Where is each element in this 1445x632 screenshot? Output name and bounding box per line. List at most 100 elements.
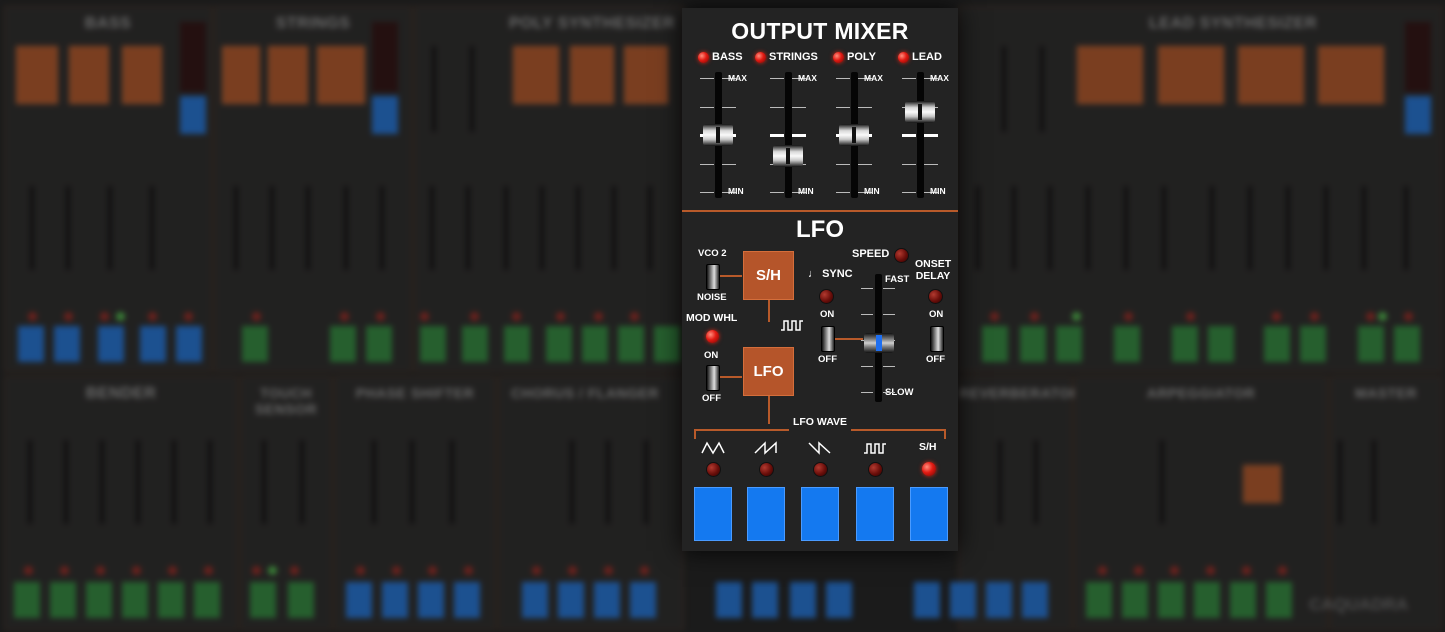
sync-led bbox=[819, 289, 834, 304]
speed-label: SPEED bbox=[852, 248, 890, 260]
max-label: MAX bbox=[798, 73, 817, 83]
bg-fader bbox=[372, 440, 376, 524]
speed-tick bbox=[861, 314, 873, 315]
bg-fader bbox=[1210, 186, 1214, 270]
bg-led bbox=[1030, 312, 1039, 321]
bg-blue-indicator bbox=[180, 96, 206, 134]
fader-track-lead[interactable] bbox=[917, 72, 924, 198]
speed-tick bbox=[883, 366, 895, 367]
wave-select-button-2[interactable] bbox=[801, 487, 839, 541]
bg-led bbox=[1378, 312, 1387, 321]
fader-tick bbox=[700, 78, 714, 79]
wave-select-button-4[interactable] bbox=[910, 487, 948, 541]
bg-fader bbox=[466, 186, 470, 270]
onset-delay-switch[interactable] bbox=[930, 326, 944, 352]
bg-green-button bbox=[582, 326, 608, 362]
bg-fader bbox=[1372, 440, 1376, 524]
bg-led bbox=[1186, 312, 1195, 321]
fader-handle-strings[interactable] bbox=[773, 144, 803, 167]
fader-tick bbox=[836, 106, 850, 108]
master-title: MASTER bbox=[1354, 385, 1418, 401]
bg-green-button bbox=[1394, 326, 1420, 362]
bg-led bbox=[252, 312, 261, 321]
bg-led bbox=[428, 566, 437, 575]
bg-led bbox=[512, 312, 521, 321]
wave-select-button-0[interactable] bbox=[694, 487, 732, 541]
fader-track-strings[interactable] bbox=[785, 72, 792, 198]
bg-blue-button bbox=[950, 582, 976, 618]
bg-orange-box bbox=[317, 46, 365, 104]
bg-meter bbox=[180, 22, 206, 92]
bg-fader bbox=[380, 186, 384, 270]
bg-fader bbox=[976, 186, 980, 270]
bg-fader bbox=[270, 186, 274, 270]
fader-handle-poly[interactable] bbox=[839, 124, 869, 146]
bg-blue-button bbox=[1022, 582, 1048, 618]
bg-orange-box bbox=[570, 46, 614, 104]
bg-blue-button bbox=[140, 326, 166, 362]
bg-fader bbox=[100, 440, 104, 524]
bg-fader bbox=[136, 440, 140, 524]
section-divider bbox=[682, 210, 958, 212]
max-label: MAX bbox=[930, 73, 949, 83]
lfo-button[interactable]: LFO bbox=[743, 347, 794, 396]
bg-led bbox=[392, 566, 401, 575]
channel-label-poly: POLY bbox=[847, 51, 876, 63]
bg-led bbox=[204, 566, 213, 575]
bg-led bbox=[1072, 312, 1081, 321]
square-wave-icon bbox=[781, 320, 803, 331]
bg-fader bbox=[1002, 46, 1006, 132]
bg-led bbox=[1242, 566, 1251, 575]
speed-tick bbox=[883, 392, 895, 393]
wave-select-button-1[interactable] bbox=[747, 487, 785, 541]
bg-green-button bbox=[1208, 326, 1234, 362]
bg-led bbox=[148, 312, 157, 321]
bg-green-button bbox=[86, 582, 112, 618]
sync-switch[interactable] bbox=[821, 326, 835, 352]
fader-handle-bass[interactable] bbox=[703, 124, 733, 146]
channel-label-strings: STRINGS bbox=[769, 51, 818, 63]
bg-led bbox=[1272, 312, 1281, 321]
bg-led bbox=[24, 566, 33, 575]
fader-tick bbox=[836, 192, 850, 193]
fader-tick bbox=[902, 163, 916, 165]
wire bbox=[768, 300, 770, 322]
arpeggiator-title: ARPEGGIATOR bbox=[1146, 385, 1256, 401]
mod-whl-switch[interactable] bbox=[706, 365, 720, 391]
fader-tick bbox=[792, 134, 806, 137]
lfo-wave-label: LFO WAVE bbox=[792, 416, 848, 428]
bg-blue-button bbox=[454, 582, 480, 618]
bg-green-button bbox=[242, 326, 268, 362]
bg-blue-indicator bbox=[372, 96, 398, 134]
channel-label-lead: LEAD bbox=[912, 51, 942, 63]
bg-green-button bbox=[158, 582, 184, 618]
master-section: MASTER CAQUADRA bbox=[1309, 376, 1442, 630]
lead-synth-title: LEAD SYNTHESIZER bbox=[1149, 15, 1318, 32]
speed-slider-handle[interactable] bbox=[864, 333, 894, 354]
bg-led bbox=[594, 312, 603, 321]
bg-fader bbox=[344, 186, 348, 270]
bg-green-button bbox=[288, 582, 314, 618]
bg-fader bbox=[648, 186, 652, 270]
vco2-noise-switch[interactable] bbox=[706, 264, 720, 290]
sample-hold-button[interactable]: S/H bbox=[743, 251, 794, 300]
wave-select-button-3[interactable] bbox=[856, 487, 894, 541]
bg-led bbox=[990, 312, 999, 321]
min-label: MIN bbox=[728, 186, 744, 196]
fader-handle-lead[interactable] bbox=[905, 101, 935, 124]
bg-green-button bbox=[14, 582, 40, 618]
bg-blue-button bbox=[752, 582, 778, 618]
fader-tick bbox=[858, 163, 872, 165]
bg-fader bbox=[1160, 440, 1164, 524]
bg-green-button bbox=[1158, 582, 1184, 618]
bg-led bbox=[116, 312, 125, 321]
fader-tick bbox=[902, 134, 916, 137]
bg-blue-button bbox=[630, 582, 656, 618]
wave-led-1 bbox=[759, 462, 774, 477]
bg-led bbox=[64, 312, 73, 321]
min-label: MIN bbox=[798, 186, 814, 196]
bg-led bbox=[60, 566, 69, 575]
bg-orange-box bbox=[1158, 46, 1224, 104]
wire bbox=[768, 396, 770, 424]
bg-fader bbox=[172, 440, 176, 524]
